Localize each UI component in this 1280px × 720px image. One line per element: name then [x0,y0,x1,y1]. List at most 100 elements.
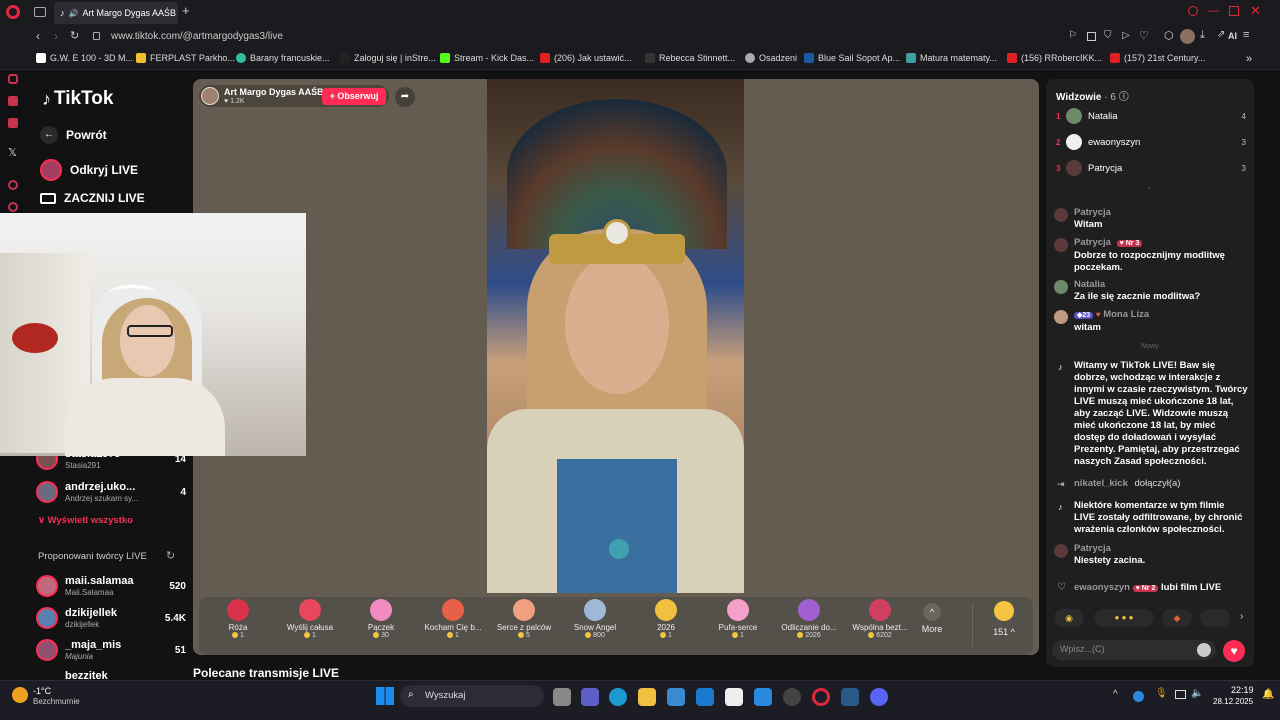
host-name[interactable]: Art Margo Dygas AAŚBK [224,87,330,97]
opera-icon-5[interactable] [8,180,18,190]
explore-live-link[interactable]: Odkryj LIVE [40,159,138,181]
active-tab[interactable]: ♪ 🔊 Art Margo Dygas AAŚB ✕ [54,2,178,24]
bookmark-item[interactable]: FERPLAST Parkho... [136,53,235,63]
quick-gift-button[interactable]: ● ● ● [1094,609,1154,627]
teams-icon[interactable] [581,688,599,706]
quick-gift-button[interactable]: ◉ [1054,609,1084,627]
task-view-icon[interactable] [553,688,571,706]
bookmark-item[interactable]: Barany francuskie... [236,53,330,63]
opera-icon-2[interactable] [8,74,18,84]
new-tab-button[interactable]: + [182,3,190,18]
opera-icon[interactable] [812,688,830,706]
network-app-icon[interactable] [1133,691,1144,702]
extensions-icon[interactable]: ⬡ [1164,29,1174,42]
bookmark-item[interactable]: Rebecca Stinnett... [645,53,735,63]
start-live-link[interactable]: ZACZNIJ LIVE [40,191,145,205]
gift-item[interactable]: Wyślij całusa 1 [276,599,344,639]
bookmark-item[interactable]: Stream - Kick Das... [440,53,534,63]
obs-icon[interactable] [783,688,801,706]
top-viewer-row[interactable]: 1 Natalia 4 [1056,108,1246,124]
download-icon[interactable]: ⤓ [1200,29,1205,42]
url-field[interactable]: www.tiktok.com/@artmargodygas3/live [111,31,283,42]
capcut-icon[interactable] [725,688,743,706]
host-avatar[interactable] [201,87,219,105]
top-viewer-row[interactable]: 3 Patrycja 3 [1056,160,1246,176]
weather-temp[interactable]: -1°C [33,686,51,696]
share-icon[interactable]: ⇗ [1217,29,1225,40]
gift-item[interactable]: Wspólna bezt... 6202 [846,599,914,639]
suggested-item[interactable]: maii.salamaa Maii.Salamaa 520 [36,575,186,599]
top-viewer-row[interactable]: 2 ewaonyszyn 3 [1056,134,1246,150]
microphone-icon[interactable]: 🎙 [1155,688,1168,699]
forward-icon[interactable]: › [54,29,58,43]
monitor-icon[interactable] [1175,690,1186,699]
info-icon[interactable]: ⓘ [1119,92,1129,103]
discord-icon[interactable] [870,688,888,706]
weather-icon[interactable] [12,687,28,703]
workspaces-icon[interactable] [34,7,46,17]
gift-item[interactable]: Pączek 30 [347,599,415,639]
bookmark-item[interactable]: G.W. E 100 - 3D M... [36,53,133,63]
live-video[interactable] [487,79,744,593]
coins-button[interactable]: 151 ^ [982,599,1026,637]
opera-icon-4[interactable] [8,118,18,128]
more-gifts-button[interactable]: ^ More [912,599,952,634]
bookmark-item[interactable]: (206) Jak ustawić... [540,53,632,63]
heart-icon[interactable]: ♡ [1139,29,1149,42]
speaker-icon[interactable]: 🔊 [69,9,79,18]
gift-item[interactable]: Snow Angel 800 [561,599,629,639]
opera-icon-6[interactable] [8,202,18,212]
like-heart-button[interactable]: ♥ [1223,640,1245,662]
following-item[interactable]: andrzej.uko... Andrzej szukam sy... 4 [36,481,186,505]
bookmark-item[interactable]: Osadzeni [745,53,797,63]
maximize-button[interactable] [1229,6,1239,16]
notifications-icon[interactable]: 🔔 [1262,689,1274,700]
bookmarks-more-icon[interactable]: » [1246,53,1252,65]
chat-input[interactable]: Wpisz...(C) [1052,640,1216,660]
steam-icon[interactable] [841,688,859,706]
tiktok-logo[interactable]: ♪ TikTok [42,88,113,110]
share-icon[interactable]: ➦ [395,87,415,107]
reload-icon[interactable]: ↻ [70,29,79,42]
chevron-right-icon[interactable]: › [1240,611,1243,622]
edge-icon[interactable] [609,688,627,706]
volume-icon[interactable]: 🔈 [1191,688,1203,699]
viewers-collapse-icon[interactable]: ⌄ [1146,182,1153,191]
close-window-button[interactable]: ✕ [1250,3,1261,19]
x-icon[interactable]: 𝕏 [8,146,17,159]
gift-item[interactable]: 2026 1 [632,599,700,639]
tray-chevron-icon[interactable]: ^ [1113,689,1118,700]
back-button[interactable]: ← Powrót [40,126,107,144]
profile-avatar[interactable] [1180,29,1195,44]
app-icon[interactable] [754,688,772,706]
gift-item[interactable]: Odliczanie do... 2026 [775,599,843,639]
file-explorer-icon[interactable] [638,688,656,706]
taskbar-search[interactable]: ⌕ Wyszukaj [400,685,544,707]
bookmark-item[interactable]: (156) RRobercIKK... [1007,53,1102,63]
gift-item[interactable]: Serce z palców 5 [490,599,558,639]
gift-item[interactable]: Róża 1 [204,599,272,639]
search-tabs-icon[interactable] [1188,6,1198,16]
back-icon[interactable]: ‹ [36,29,40,43]
bookmark-item[interactable]: Blue Sail Sopot Ap... [804,53,900,63]
clock-date[interactable]: 28.12.2025 [1213,697,1253,706]
gift-item[interactable]: Kocham Cię b... 1 [419,599,487,639]
bookmark-icon[interactable]: ⚐ [1068,30,1077,41]
windows-start-icon[interactable] [376,687,394,705]
minimize-button[interactable]: — [1208,5,1219,17]
play-icon[interactable]: ▷ [1122,30,1130,41]
shield-icon[interactable]: ⛉ [1104,30,1112,41]
suggested-item[interactable]: bezzitek [36,670,186,680]
gift-item[interactable]: Pufa-serce 1 [704,599,772,639]
suggested-item[interactable]: dzikijellek dzikijellek 5.4K [36,607,186,631]
bookmark-item[interactable]: (157) 21st Century... [1110,53,1205,63]
quick-gift-button[interactable]: ◆ [1162,609,1192,627]
refresh-icon[interactable]: ↻ [166,549,175,562]
live-stage[interactable]: Art Margo Dygas AAŚBK ♥ 1.2K + Obserwuj … [193,79,1039,655]
opera-icon-3[interactable] [8,96,18,106]
store-icon[interactable] [667,688,685,706]
bookmark-item[interactable]: Zaloguj się | inStre... [340,53,436,63]
quick-gift-button[interactable] [1200,609,1230,627]
mail-icon[interactable] [696,688,714,706]
suggested-item[interactable]: _maja_mis Majunia 51 [36,639,186,663]
